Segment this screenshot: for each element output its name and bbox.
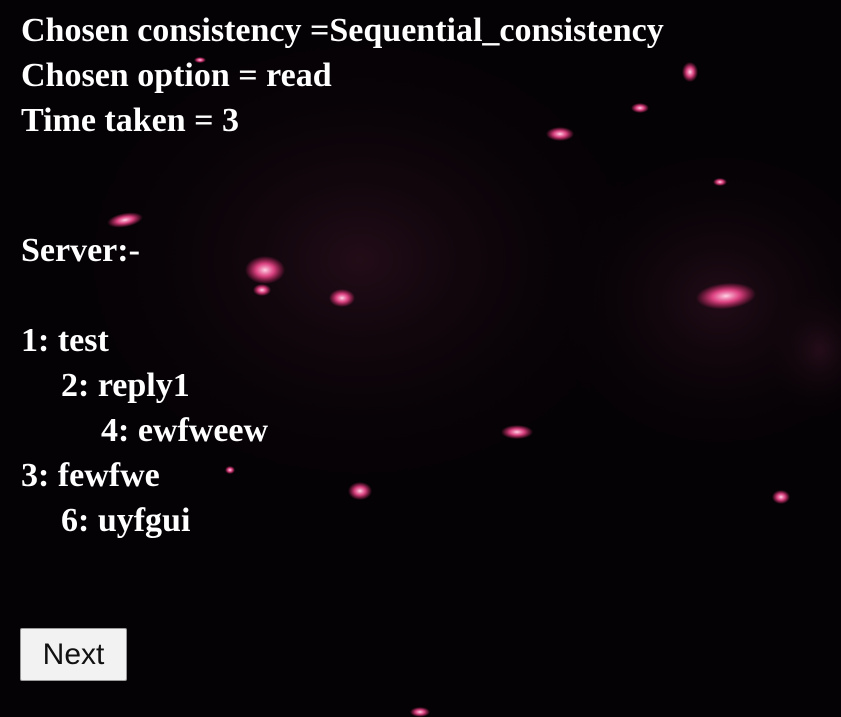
list-item: 4: ewfweew [101,412,269,449]
list-item: 2: reply1 [61,367,190,404]
chosen-option-text: Chosen option = read [21,57,332,94]
time-taken-text: Time taken = 3 [21,102,240,139]
next-button[interactable]: Next [20,628,127,681]
list-item: 1: test [21,322,109,359]
result-panel: Chosen consistency =Sequential_consisten… [21,8,664,543]
chosen-consistency-text: Chosen consistency =Sequential_consisten… [21,12,664,49]
list-item: 6: uyfgui [61,502,191,539]
list-item: 3: fewfwe [21,457,160,494]
server-thread-list: 1: test 2: reply1 4: ewfweew 3: fewfwe 6… [21,318,664,543]
server-heading: Server:- [21,232,140,269]
